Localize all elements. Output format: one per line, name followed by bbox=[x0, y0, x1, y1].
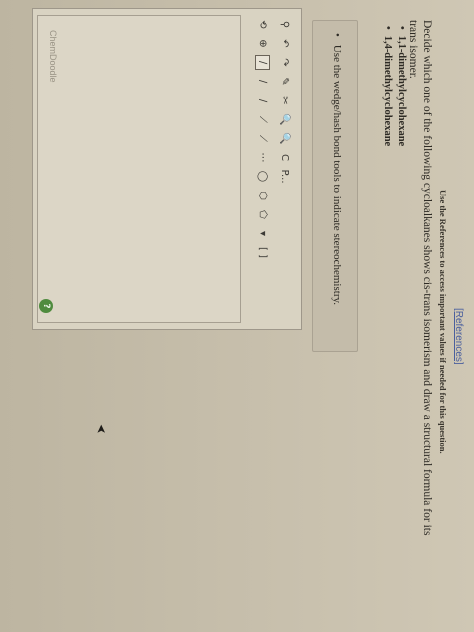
hint-text: Use the wedge/hash bond tools to indicat… bbox=[331, 33, 343, 305]
chemdoodle-sketcher[interactable]: ⚲ ↶ ↷ ✎ ✂ 🔍 🔍 C P... ⟲ ⊕ ∕ ∕ ∕ ⟋ ⟋ ⋯ ◯ ⬡… bbox=[32, 8, 302, 330]
bond-more-icon[interactable]: ⋯ bbox=[256, 150, 271, 165]
mouse-cursor-icon: ➤ bbox=[94, 424, 108, 435]
eraser-icon[interactable]: ✂ bbox=[278, 93, 293, 108]
rotated-screen: [References] Use the References to acces… bbox=[0, 0, 474, 632]
drawing-canvas[interactable]: ChemDoodle bbox=[37, 15, 241, 323]
references-note: Use the References to access important v… bbox=[438, 190, 448, 454]
periodic-table-button[interactable]: P... bbox=[278, 169, 293, 184]
rotate-icon[interactable]: ⟲ bbox=[256, 17, 271, 32]
question-prompt: Decide which one of the following cycloa… bbox=[407, 20, 433, 536]
redo-icon[interactable]: ↷ bbox=[278, 55, 293, 70]
options-list: 1,1-dimethylcyclohexane 1,4-dimethylcycl… bbox=[380, 26, 408, 147]
hint-box: Use the wedge/hash bond tools to indicat… bbox=[312, 20, 358, 352]
zoom-out-icon[interactable]: 🔍 bbox=[278, 131, 293, 146]
carbon-atom-button[interactable]: C bbox=[278, 150, 293, 165]
double-bond-icon[interactable]: ∕ bbox=[256, 74, 271, 89]
zoom-in-icon[interactable]: 🔍 bbox=[278, 112, 293, 127]
hash-bond-icon[interactable]: ⟋ bbox=[256, 131, 271, 146]
help-icon[interactable]: ? bbox=[39, 299, 53, 313]
wedge-bond-icon[interactable]: ⟋ bbox=[256, 112, 271, 127]
single-bond-icon[interactable]: ∕ bbox=[255, 55, 271, 70]
references-link[interactable]: [References] bbox=[453, 308, 464, 365]
toolbar-row-top: ⚲ ↶ ↷ ✎ ✂ 🔍 🔍 C P... bbox=[277, 17, 293, 184]
pencil-icon[interactable]: ✎ bbox=[278, 74, 293, 89]
ring-cyclohexane-icon[interactable]: ⬡ bbox=[256, 188, 271, 203]
ring-cyclopropane-icon[interactable]: ◯ bbox=[256, 169, 271, 184]
undo-icon[interactable]: ↶ bbox=[278, 36, 293, 51]
lasso-icon[interactable]: ⚲ bbox=[278, 17, 293, 32]
ring-cyclopentane-icon[interactable]: ⬠ bbox=[256, 207, 271, 222]
ring-dropdown-icon[interactable]: ▾ bbox=[256, 226, 271, 241]
charge-icon[interactable]: ⊕ bbox=[256, 36, 271, 51]
option-item: 1,4-dimethylcyclohexane bbox=[380, 26, 394, 147]
chemdoodle-watermark: ChemDoodle bbox=[48, 30, 58, 83]
bracket-icon[interactable]: [ ] bbox=[256, 245, 271, 260]
toolbar-row-bottom: ⟲ ⊕ ∕ ∕ ∕ ⟋ ⟋ ⋯ ◯ ⬡ ⬠ ▾ [ ] bbox=[255, 17, 271, 260]
triple-bond-icon[interactable]: ∕ bbox=[256, 93, 271, 108]
option-item: 1,1-dimethylcyclohexane bbox=[394, 26, 408, 147]
